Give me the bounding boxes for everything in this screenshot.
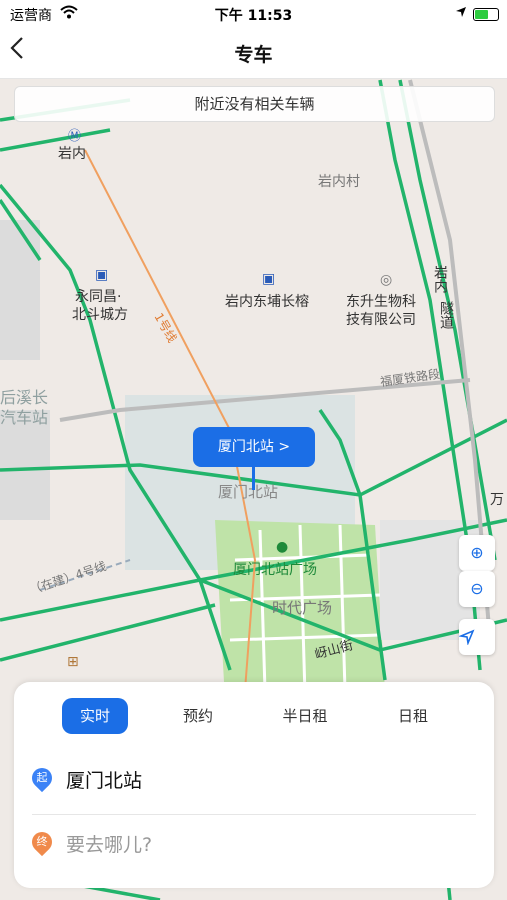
nav-bar: 专车 [0, 28, 507, 79]
road-label: 岩内 [432, 265, 448, 293]
poi-label: 岩内东埔长榕 [225, 294, 309, 310]
poi-building-icon: ▣ [262, 271, 276, 287]
location-arrow-icon [455, 6, 467, 22]
shidai-label: 时代广场 [272, 599, 333, 617]
destination-row[interactable]: 终 要去哪儿? [27, 824, 476, 868]
tab-reserve[interactable]: 预约 [165, 698, 231, 734]
battery-icon [473, 7, 499, 21]
metro-station-label: 岩内 [58, 146, 86, 162]
poi-hospital-icon: ⊞ [67, 654, 79, 670]
poi-label: 永同昌· [75, 289, 122, 305]
road-label: 隧道 [438, 301, 454, 329]
tab-full-day[interactable]: 日租 [380, 698, 446, 734]
area-label: 万 [490, 492, 504, 508]
locate-button[interactable] [459, 619, 495, 655]
poi-building-icon: ▣ [95, 267, 109, 283]
station-callout[interactable]: 厦门北站 > [193, 427, 315, 467]
square-label: 厦门北站广场 [233, 562, 317, 578]
tab-half-day[interactable]: 半日租 [272, 698, 338, 734]
area-label: 汽车站 [0, 408, 49, 427]
start-location-value: 厦门北站 [66, 770, 143, 792]
clock: 下午 11:53 [214, 8, 293, 24]
divider [32, 814, 476, 815]
zoom-out-icon: ⊖ [470, 579, 484, 598]
start-location-row[interactable]: 起 厦门北站 [27, 760, 476, 804]
zoom-in-button[interactable]: ⊕ [459, 535, 495, 571]
booking-panel: 实时 预约 半日租 日租 起 厦门北站 终 要去哪儿? [14, 682, 494, 888]
callout-pin-stem [252, 466, 255, 490]
destination-input[interactable]: 要去哪儿? [66, 830, 152, 857]
no-vehicle-banner: 附近没有相关车辆 [14, 86, 495, 122]
page-title: 专车 [234, 44, 273, 66]
poi-label: 北斗城方 [72, 307, 128, 323]
poi-label: 东升生物科 [346, 294, 416, 310]
locate-arrow-icon [459, 629, 475, 645]
station-map-label: 厦门北站 [218, 483, 279, 501]
metro-station-icon: Ⓜ [68, 129, 82, 144]
start-pin-icon: 起 [27, 763, 57, 793]
village-label: 岩内村 [318, 174, 360, 190]
zoom-out-button[interactable]: ⊖ [459, 571, 495, 607]
park-icon: ● [276, 539, 289, 555]
poi-label: 技有限公司 [346, 312, 416, 328]
tab-realtime[interactable]: 实时 [62, 698, 128, 734]
zoom-in-icon: ⊕ [470, 543, 484, 562]
status-bar: 运营商 下午 11:53 [0, 0, 507, 28]
poi-dot-icon: ◎ [380, 272, 393, 288]
ride-type-tabs: 实时 预约 半日租 日租 [14, 698, 494, 734]
end-pin-icon: 终 [27, 827, 57, 857]
